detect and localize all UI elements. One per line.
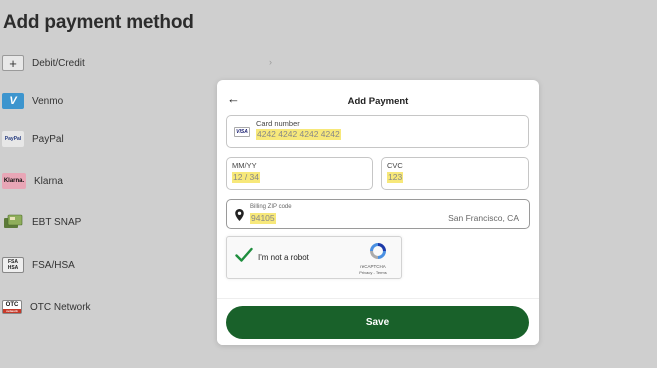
- chevron-right-icon: ›: [269, 57, 272, 67]
- ebt-card-icon: [2, 214, 24, 230]
- modal-footer: Save: [217, 298, 539, 345]
- payment-method-label: OTC Network: [30, 301, 91, 313]
- payment-method-label: PayPal: [32, 133, 64, 145]
- billing-zip-value[interactable]: 94105: [250, 213, 276, 224]
- recaptcha-privacy-terms-link[interactable]: Privacy - Terms: [353, 270, 393, 275]
- plus-icon: +: [2, 55, 24, 71]
- venmo-logo-icon: V: [2, 93, 24, 109]
- cvc-label: CVC: [387, 161, 403, 170]
- cvc-value[interactable]: 123: [387, 172, 404, 183]
- expiry-field[interactable]: MM/YY 12 / 34: [226, 157, 373, 190]
- billing-zip-label: Billing ZIP code: [250, 204, 292, 210]
- payment-method-ebt-snap[interactable]: EBT SNAP: [2, 211, 81, 233]
- modal-header: ← Add Payment: [217, 80, 539, 114]
- paypal-logo-icon: PayPal: [2, 131, 24, 147]
- location-pin-icon: [235, 209, 244, 221]
- card-number-field[interactable]: VISA Card number 4242 4242 4242 4242: [226, 115, 529, 148]
- klarna-logo-icon: Klarna.: [2, 173, 26, 189]
- payment-method-venmo[interactable]: V Venmo: [2, 90, 63, 112]
- payment-method-debit-credit[interactable]: + Debit/Credit: [2, 52, 85, 74]
- expiry-value[interactable]: 12 / 34: [232, 172, 260, 183]
- visa-card-icon: VISA: [234, 127, 250, 137]
- recaptcha-brand: reCAPTCHA: [360, 264, 386, 269]
- payment-method-label: Klarna: [34, 175, 63, 187]
- payment-method-label: EBT SNAP: [32, 216, 82, 228]
- card-number-label: Card number: [256, 119, 300, 128]
- payment-method-fsa-hsa[interactable]: FSA HSA FSA/HSA: [2, 254, 75, 276]
- recaptcha-widget[interactable]: I'm not a robot reCAPTCHA Privacy - Term…: [226, 236, 402, 279]
- payment-method-paypal[interactable]: PayPal PayPal: [2, 128, 64, 150]
- payment-method-label: Venmo: [32, 95, 64, 107]
- payment-method-label: Debit/Credit: [32, 57, 85, 69]
- modal-title: Add Payment: [347, 96, 409, 107]
- payment-method-klarna[interactable]: Klarna. Klarna: [2, 170, 63, 192]
- checkmark-icon[interactable]: [235, 247, 253, 263]
- cvc-field[interactable]: CVC 123: [381, 157, 529, 190]
- captcha-label: I'm not a robot: [258, 253, 309, 262]
- add-payment-modal: ← Add Payment VISA Card number 4242 4242…: [217, 80, 539, 345]
- expiry-label: MM/YY: [232, 161, 257, 170]
- save-button[interactable]: Save: [226, 306, 529, 339]
- page-title: Add payment method: [3, 12, 194, 33]
- payment-method-otc-network[interactable]: OTC network OTC Network: [2, 296, 91, 318]
- payment-method-label: FSA/HSA: [32, 259, 75, 271]
- otc-logo-icon: OTC network: [2, 300, 22, 314]
- recaptcha-logo-icon: [370, 243, 386, 259]
- city-state-text: San Francisco, CA: [448, 213, 519, 223]
- card-number-value[interactable]: 4242 4242 4242 4242: [256, 129, 341, 140]
- fsa-hsa-logo-icon: FSA HSA: [2, 257, 24, 273]
- billing-zip-field[interactable]: Billing ZIP code 94105 San Francisco, CA: [226, 199, 530, 229]
